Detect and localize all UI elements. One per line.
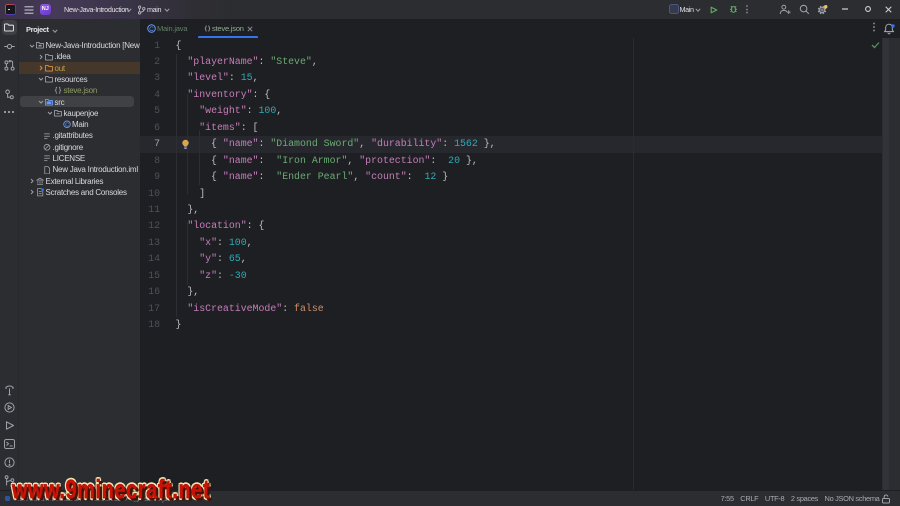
svg-text:C: C (65, 123, 69, 129)
svg-text:C: C (149, 25, 154, 32)
